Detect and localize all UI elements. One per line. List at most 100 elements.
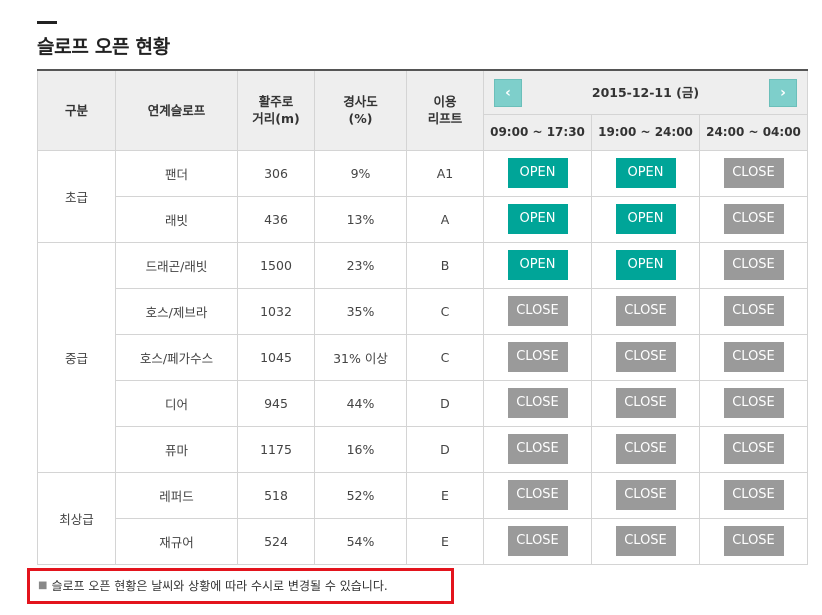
open-status-button[interactable]: OPEN <box>507 158 568 188</box>
lift-cell: A <box>406 195 484 243</box>
close-status-button[interactable]: CLOSE <box>615 526 676 556</box>
table-row: 재규어 524 54% E CLOSE CLOSE CLOSE <box>38 517 808 565</box>
gradient-cell: 44% <box>314 379 407 427</box>
slope-name-cell: 레퍼드 <box>115 471 238 519</box>
open-status-button[interactable]: OPEN <box>615 158 676 188</box>
gradient-cell: 35% <box>314 287 407 335</box>
open-status-button[interactable]: OPEN <box>615 204 676 234</box>
date-header: ‹ 2015-12-11 (금) › <box>483 69 808 115</box>
distance-cell: 945 <box>237 379 315 427</box>
status-cell: CLOSE <box>483 425 592 473</box>
date-label: 2015-12-11 (금) <box>591 84 700 100</box>
distance-cell: 1175 <box>237 425 315 473</box>
slope-name-cell: 퓨마 <box>115 425 238 473</box>
lift-cell: A1 <box>406 149 484 197</box>
close-status-button[interactable]: CLOSE <box>723 158 784 188</box>
slope-name-cell: 팬더 <box>115 149 238 197</box>
level-cell: 최상급 <box>37 471 116 565</box>
lift-cell: D <box>406 425 484 473</box>
header-gradient: 경사도 (%) <box>314 69 407 151</box>
distance-cell: 518 <box>237 471 315 519</box>
slope-table-body: 초급 팬더 306 9% A1 OPEN OPEN CLOSE 래빗 436 13% A OPEN OPE… <box>37 149 808 565</box>
close-status-button[interactable]: CLOSE <box>507 434 568 464</box>
status-cell: CLOSE <box>483 517 592 565</box>
close-status-button[interactable]: CLOSE <box>615 480 676 510</box>
time-slot-header: 24:00 ~ 04:00 <box>699 113 808 151</box>
slope-name-cell: 호스/제브라 <box>115 287 238 335</box>
close-status-button[interactable]: CLOSE <box>723 250 784 280</box>
chevron-left-icon[interactable]: ‹ <box>494 79 522 107</box>
distance-cell: 306 <box>237 149 315 197</box>
gradient-cell: 16% <box>314 425 407 473</box>
distance-cell: 1045 <box>237 333 315 381</box>
close-status-button[interactable]: CLOSE <box>723 480 784 510</box>
table-row: 호스/제브라 1032 35% C CLOSE CLOSE CLOSE <box>38 287 808 335</box>
status-cell: CLOSE <box>591 517 700 565</box>
open-status-button[interactable]: OPEN <box>507 250 568 280</box>
close-status-button[interactable]: CLOSE <box>723 434 784 464</box>
status-cell: CLOSE <box>591 379 700 427</box>
table-row: 퓨마 1175 16% D CLOSE CLOSE CLOSE <box>38 425 808 473</box>
distance-cell: 436 <box>237 195 315 243</box>
status-cell: CLOSE <box>591 287 700 335</box>
slope-name-cell: 드래곤/래빗 <box>115 241 238 289</box>
close-status-button[interactable]: CLOSE <box>615 388 676 418</box>
level-cell: 중급 <box>37 241 116 473</box>
close-status-button[interactable]: CLOSE <box>615 342 676 372</box>
status-cell: OPEN <box>483 195 592 243</box>
close-status-button[interactable]: CLOSE <box>507 526 568 556</box>
status-cell: CLOSE <box>699 241 808 289</box>
slope-name-cell: 디어 <box>115 379 238 427</box>
page-title: 슬로프 오픈 현황 <box>37 36 170 58</box>
status-cell: CLOSE <box>591 333 700 381</box>
status-cell: CLOSE <box>699 287 808 335</box>
table-row: 호스/페가수스 1045 31% 이상 C CLOSE CLOSE CLOSE <box>38 333 808 381</box>
status-cell: CLOSE <box>699 333 808 381</box>
lift-cell: B <box>406 241 484 289</box>
gradient-cell: 52% <box>314 471 407 519</box>
status-cell: CLOSE <box>699 425 808 473</box>
close-status-button[interactable]: CLOSE <box>507 342 568 372</box>
slope-name-cell: 래빗 <box>115 195 238 243</box>
lift-cell: D <box>406 379 484 427</box>
status-cell: CLOSE <box>591 425 700 473</box>
gradient-cell: 13% <box>314 195 407 243</box>
status-cell: CLOSE <box>483 379 592 427</box>
close-status-button[interactable]: CLOSE <box>723 296 784 326</box>
chevron-right-icon[interactable]: › <box>769 79 797 107</box>
lift-cell: E <box>406 471 484 519</box>
table-row: 래빗 436 13% A OPEN OPEN CLOSE <box>38 195 808 243</box>
table-row: 초급 팬더 306 9% A1 OPEN OPEN CLOSE <box>37 149 808 243</box>
distance-cell: 524 <box>237 517 315 565</box>
status-cell: CLOSE <box>483 333 592 381</box>
close-status-button[interactable]: CLOSE <box>723 204 784 234</box>
slope-name-cell: 호스/페가수스 <box>115 333 238 381</box>
gradient-cell: 23% <box>314 241 407 289</box>
open-status-button[interactable]: OPEN <box>507 204 568 234</box>
lift-cell: E <box>406 517 484 565</box>
close-status-button[interactable]: CLOSE <box>507 388 568 418</box>
lift-cell: C <box>406 287 484 335</box>
header-lift: 이용 리프트 <box>406 69 484 151</box>
notice-text: 슬로프 오픈 현황은 날씨와 상황에 따라 수시로 변경될 수 있습니다. <box>51 579 388 593</box>
close-status-button[interactable]: CLOSE <box>723 342 784 372</box>
status-cell: OPEN <box>483 149 592 197</box>
gradient-cell: 9% <box>314 149 407 197</box>
status-cell: CLOSE <box>699 149 808 197</box>
status-cell: OPEN <box>591 149 700 197</box>
table-row: 최상급 레퍼드 518 52% E CLOSE CLOSE CLOSE <box>37 471 808 565</box>
close-status-button[interactable]: CLOSE <box>615 434 676 464</box>
close-status-button[interactable]: CLOSE <box>723 526 784 556</box>
open-status-button[interactable]: OPEN <box>615 250 676 280</box>
status-cell: CLOSE <box>699 379 808 427</box>
status-cell: OPEN <box>591 195 700 243</box>
close-status-button[interactable]: CLOSE <box>507 296 568 326</box>
distance-cell: 1500 <box>237 241 315 289</box>
status-cell: OPEN <box>483 241 592 289</box>
table-row: 디어 945 44% D CLOSE CLOSE CLOSE <box>38 379 808 427</box>
distance-cell: 1032 <box>237 287 315 335</box>
close-status-button[interactable]: CLOSE <box>615 296 676 326</box>
close-status-button[interactable]: CLOSE <box>723 388 784 418</box>
status-cell: CLOSE <box>483 287 592 335</box>
close-status-button[interactable]: CLOSE <box>507 480 568 510</box>
